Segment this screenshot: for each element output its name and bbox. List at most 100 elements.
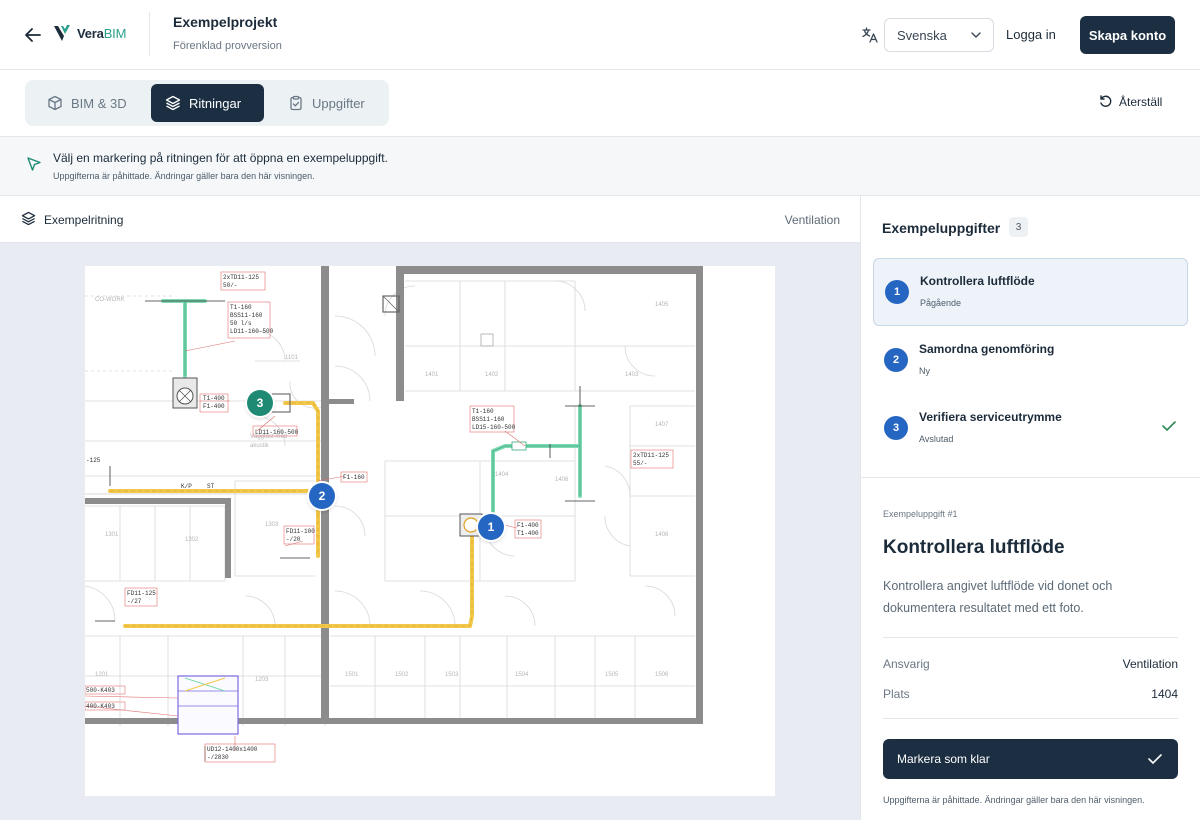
task-item-2[interactable]: 2 Samordna genomföring Ny [873,327,1188,395]
plan-label: 400-K403 [86,703,115,710]
plan-label: T1-400 [203,395,225,402]
svg-text:1503: 1503 [445,672,459,678]
reset-button[interactable]: Återställ [1099,95,1162,109]
project-title: Exempelprojekt [173,14,278,30]
task-item-1[interactable]: 1 Kontrollera luftflöde Pågående [873,258,1188,326]
svg-text:1403: 1403 [625,372,639,378]
svg-text:1407: 1407 [655,422,669,428]
svg-text:1303: 1303 [265,522,279,528]
svg-text:1504: 1504 [515,672,529,678]
tab-bim-3d[interactable]: BIM & 3D [33,84,151,122]
svg-text:1201: 1201 [95,672,109,678]
responsible-value: Ventilation [1122,657,1178,671]
drawing-marker-2[interactable]: 2 [309,483,335,509]
task-number-badge: 2 [884,348,908,372]
tab-uppgifter[interactable]: Uppgifter [274,84,381,122]
language-value: Svenska [897,27,947,43]
floor-plan[interactable]: 1101 1401 1402 1403 1405 1404 1406 1407 … [85,266,775,796]
svg-text:akustik: akustik [250,443,270,449]
panel-divider [860,196,861,820]
plan-label: 55/- [633,460,647,467]
layers-icon [165,95,181,111]
task-number-badge: 1 [885,280,909,304]
plan-label: BSS11-160 [230,312,263,319]
drawing-marker-3[interactable]: 3 [247,390,273,416]
svg-text:1405: 1405 [655,302,669,308]
svg-text:1506: 1506 [655,672,669,678]
svg-text:1501: 1501 [345,672,359,678]
task-status: Avslutad [919,434,954,444]
header-divider [149,12,150,56]
info-banner: Välj en markering på ritningen för att ö… [0,137,1200,196]
responsible-label: Ansvarig [883,657,930,671]
banner-message: Välj en markering på ritningen för att ö… [53,151,388,165]
svg-text:CO-WORK: CO-WORK [95,297,125,303]
plan-label: UD12-1400x1400 [207,746,258,753]
detail-title: Kontrollera luftflöde [883,537,1065,558]
plan-label: F1-400 [517,522,539,529]
tab-label: BIM & 3D [71,95,127,111]
plan-label: F1-400 [203,403,225,410]
svg-text:1408: 1408 [655,532,669,538]
svg-text:1406: 1406 [555,477,569,483]
drawing-canvas[interactable]: 1101 1401 1402 1403 1405 1404 1406 1407 … [0,243,860,820]
plan-label: T1-400 [517,530,539,537]
svg-text:1203: 1203 [255,677,269,683]
logo-text: VeraBIM [77,25,127,41]
drawing-marker-1[interactable]: 1 [478,514,504,540]
tasks-panel-title: Exempeluppgifter [882,220,1001,236]
task-item-3[interactable]: 3 Verifiera serviceutrymme Avslutad [873,395,1188,463]
plan-label: -/2830 [207,754,229,761]
task-title: Kontrollera luftflöde [920,274,1035,288]
task-title: Verifiera serviceutrymme [919,410,1062,424]
tab-label: Ritningar [189,95,242,111]
cursor-pointer-icon [27,157,41,171]
layers-icon [21,211,36,226]
plan-label: ST [207,483,215,490]
plan-label: BSS11-160 [472,416,505,423]
tab-ritningar[interactable]: Ritningar [151,84,264,122]
plan-label: FD11-125 [127,590,156,597]
clipboard-icon [290,95,302,111]
verabim-logo[interactable]: VeraBIM [53,24,126,42]
plan-label: T1-160 [472,408,494,415]
logo-mark-icon [54,25,70,41]
plan-label: LD11-160-500 [255,429,299,436]
tab-label: Uppgifter [312,95,365,111]
arrow-left-icon [25,28,41,42]
plan-label: 2xTD11-125 [223,274,259,281]
plan-label: LD11-160-500 [230,328,274,335]
task-status: Ny [919,366,930,376]
check-icon [1162,421,1176,431]
drawing-title: Exempelritning [44,213,124,227]
drawing-discipline: Ventilation [784,213,840,227]
location-value: 1404 [1151,687,1178,701]
cube-icon [48,95,62,111]
mark-done-button[interactable]: Markera som klar [883,739,1178,779]
mark-done-label: Markera som klar [897,752,990,766]
plan-label: K/P [181,483,192,490]
task-number-badge: 3 [884,416,908,440]
plan-label: LD15-160-500 [472,424,516,431]
svg-text:1101: 1101 [285,355,299,361]
translate-icon [862,27,878,43]
create-account-button[interactable]: Skapa konto [1080,16,1175,54]
plan-label: -125 [86,457,101,464]
back-button[interactable] [22,24,44,46]
plan-label: -/27 [127,598,142,605]
svg-text:1502: 1502 [395,672,409,678]
section-divider [861,477,1200,478]
view-tabs: BIM & 3D Ritningar Uppgifter [25,80,389,126]
plan-label: FD11-100 [286,528,315,535]
detail-footnote: Uppgifterna är påhittade. Ändringar gäll… [883,795,1145,805]
detail-description: Kontrollera angivet luftflöde vid donet … [883,579,1113,615]
drawing-header: Exempelritning Ventilation [0,196,860,243]
rotate-ccw-icon [1100,95,1112,107]
detail-divider [883,718,1178,719]
language-select[interactable]: Svenska [884,18,994,52]
location-label: Plats [883,687,910,701]
detail-kicker: Exempeluppgift #1 [883,509,958,519]
svg-text:1301: 1301 [105,532,119,538]
login-link[interactable]: Logga in [1006,27,1056,42]
svg-text:1401: 1401 [425,372,439,378]
